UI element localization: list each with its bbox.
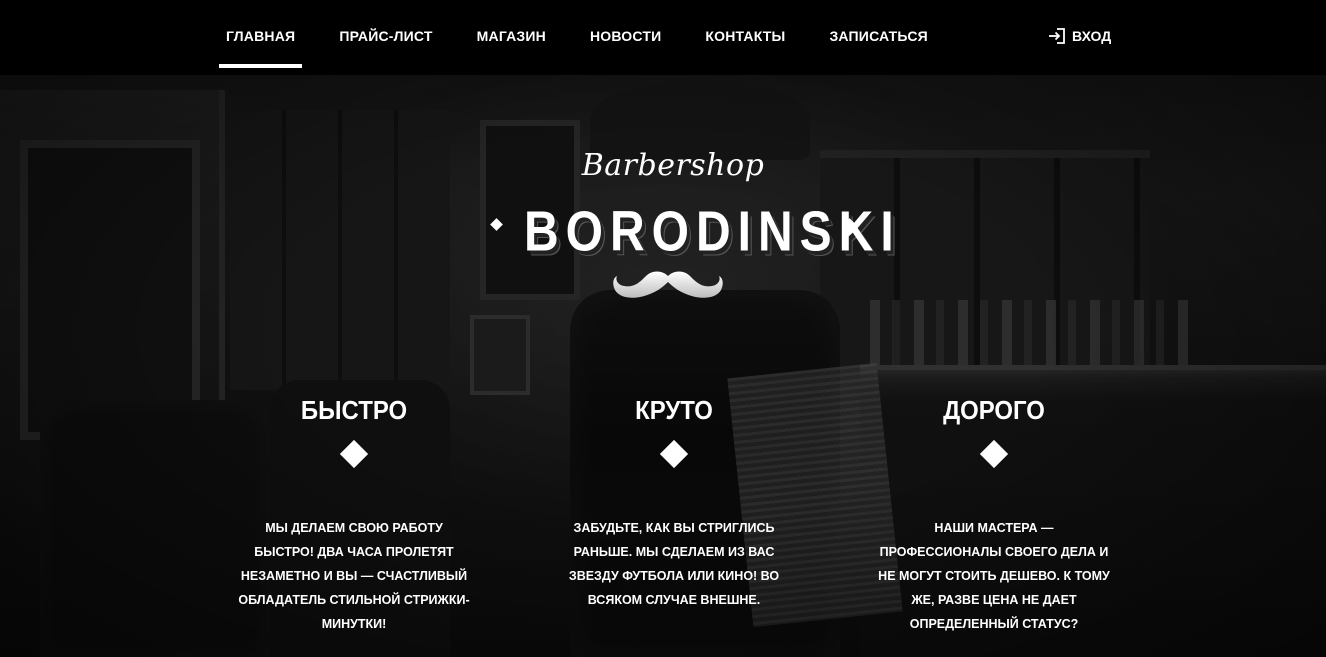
feature-text: Мы делаем свою работу быстро! Два часа п… [238, 521, 470, 631]
logo-brand-row: BORODINSKI [488, 200, 894, 264]
login-icon [1049, 27, 1065, 44]
mustache-icon [613, 271, 723, 298]
feature-fast: БЫСТРО Мы делаем свою работу быстро! Два… [234, 392, 474, 636]
diamond-icon [339, 439, 369, 469]
nav-item-news[interactable]: НОВОСТИ [590, 0, 661, 75]
nav-item-book[interactable]: ЗАПИСАТЬСЯ [829, 0, 927, 75]
diamond-icon [979, 439, 1009, 469]
nav-item-price-list[interactable]: ПРАЙС-ЛИСТ [339, 0, 432, 75]
feature-expensive: ДОРОГО Наши мастера — профессионалы свое… [874, 392, 1114, 636]
top-navigation-bar: ГЛАВНАЯ ПРАЙС-ЛИСТ МАГАЗИН НОВОСТИ КОНТА… [0, 0, 1326, 75]
feature-text: Наши мастера — профессионалы своего дела… [878, 521, 1110, 631]
feature-title: КРУТО [635, 395, 713, 425]
diamond-icon [490, 218, 503, 231]
feature-text: Забудьте, как вы стриглись раньше. Мы сд… [568, 521, 780, 607]
feature-title: ДОРОГО [943, 395, 1045, 425]
login-link[interactable]: ВХОД [1048, 0, 1111, 75]
feature-cool: КРУТО Забудьте, как вы стриглись раньше.… [554, 392, 794, 612]
brand-logo: Barbershop BORODINSKI [488, 140, 894, 310]
logo-brand-name: BORODINSKI [524, 201, 901, 264]
feature-title: БЫСТРО [300, 395, 408, 425]
logo-script-text: Barbershop [581, 148, 765, 183]
login-label: ВХОД [1072, 27, 1112, 44]
main-nav: ГЛАВНАЯ ПРАЙС-ЛИСТ МАГАЗИН НОВОСТИ КОНТА… [219, 0, 972, 75]
nav-item-contacts[interactable]: КОНТАКТЫ [705, 0, 785, 75]
nav-item-home[interactable]: ГЛАВНАЯ [219, 0, 303, 75]
nav-item-shop[interactable]: МАГАЗИН [477, 0, 546, 75]
diamond-icon [659, 439, 689, 469]
